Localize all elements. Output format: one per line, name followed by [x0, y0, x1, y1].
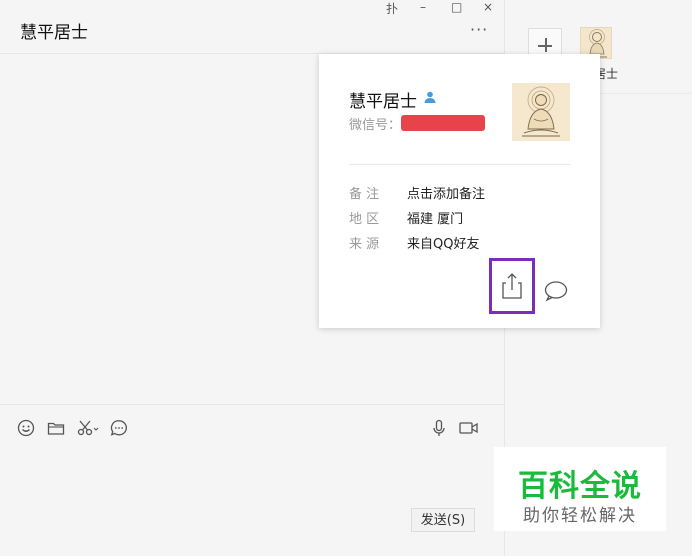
share-icon	[502, 273, 522, 299]
watermark-subtitle: 助你轻松解决	[523, 506, 637, 526]
wechat-id-label: 微信号：	[349, 118, 402, 133]
chat-title: 慧平居士	[20, 23, 88, 43]
send-message-icon[interactable]	[544, 280, 568, 302]
toolbar-divider	[0, 404, 504, 405]
pin-button[interactable]: 扑	[386, 0, 398, 17]
microphone-icon[interactable]	[429, 418, 449, 438]
region-label: 地 区	[349, 212, 380, 227]
region-value: 福建 厦门	[407, 212, 464, 227]
close-button[interactable]: ×	[483, 0, 493, 14]
remark-label: 备 注	[349, 187, 380, 202]
video-call-icon[interactable]	[458, 418, 480, 438]
chat-history-icon[interactable]	[109, 418, 129, 438]
scissors-icon[interactable]	[76, 418, 100, 438]
buddha-icon	[522, 86, 560, 137]
source-value: 来自QQ好友	[407, 237, 480, 252]
person-icon	[424, 91, 436, 103]
emoji-icon[interactable]	[16, 418, 36, 438]
profile-divider	[349, 164, 570, 165]
folder-icon[interactable]	[46, 418, 66, 438]
send-button[interactable]: 发送(S)	[411, 508, 475, 532]
maximize-button[interactable]: □	[451, 0, 462, 14]
watermark: 百科全说 助你轻松解决	[494, 447, 666, 531]
watermark-title: 百科全说	[518, 469, 642, 504]
minimize-button[interactable]: –	[420, 0, 426, 14]
wechat-id-redacted	[401, 115, 485, 131]
profile-avatar[interactable]	[512, 83, 570, 141]
more-options-button[interactable]: ···	[470, 20, 488, 39]
share-contact-button[interactable]	[489, 258, 535, 314]
source-label: 来 源	[349, 237, 380, 252]
profile-card: 慧平居士 微信号： 备 注 点击添加备注 地 区 福建 厦门 来 源 来自QQ好…	[319, 54, 600, 328]
remark-value[interactable]: 点击添加备注	[407, 183, 485, 202]
profile-name: 慧平居士	[349, 92, 417, 112]
